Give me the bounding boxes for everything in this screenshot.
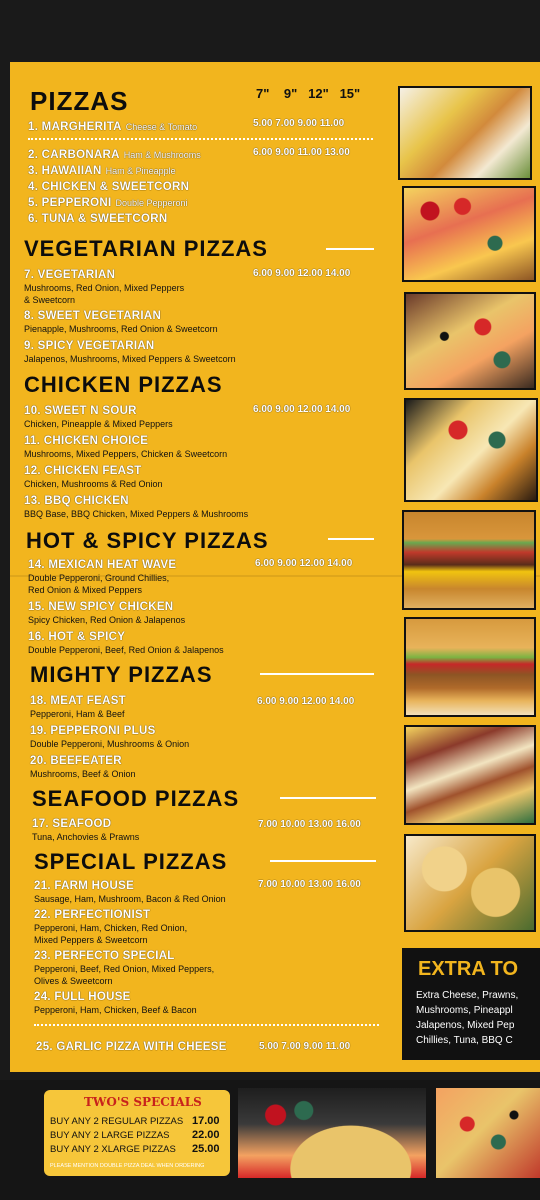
- pizza-slice-photo: [404, 398, 538, 502]
- menu-item: 3. HAWAIIAN Ham & Pineapple: [28, 165, 176, 177]
- item-prices: 6.00 9.00 12.00 14.00: [255, 558, 353, 569]
- menu-item: 21. FARM HOUSE: [34, 880, 135, 892]
- size-headers: 7" 9" 12" 15": [256, 86, 360, 101]
- menu-item: 8. SWEET VEGETARIAN: [24, 310, 162, 322]
- item-description: Double Pepperoni, Ground Chillies,: [28, 573, 170, 583]
- title-rule: [270, 860, 376, 862]
- garlic-bread-photo: [404, 834, 536, 932]
- item-description: Mushrooms, Beef & Onion: [30, 769, 136, 779]
- item-prices: 7.00 10.00 13.00 16.00: [258, 879, 361, 890]
- dotted-divider: [28, 138, 373, 140]
- menu-item: 10. SWEET N SOUR: [24, 405, 137, 417]
- menu-item: 22. PERFECTIONIST: [34, 909, 151, 921]
- menu-item: 2. CARBONARA Ham & Mushrooms: [28, 149, 201, 161]
- menu-item: 12. CHICKEN FEAST: [24, 465, 142, 477]
- menu-item: 11. CHICKEN CHOICE: [24, 435, 149, 447]
- item-prices: 7.00 10.00 13.00 16.00: [258, 819, 361, 830]
- item-description: Mixed Peppers & Sweetcorn: [34, 935, 148, 945]
- menu-item: 18. MEAT FEAST: [30, 695, 126, 707]
- extra-line: Chillies, Tuna, BBQ C: [416, 1035, 513, 1046]
- item-description: Pepperoni, Beef, Red Onion, Mixed Pepper…: [34, 964, 215, 974]
- item-prices: 6.00 9.00 12.00 14.00: [253, 268, 351, 279]
- twos-price: 17.00: [192, 1115, 220, 1127]
- item-description: Pienapple, Mushrooms, Red Onion & Sweetc…: [24, 324, 218, 334]
- section-title-pizzas: PIZZAS: [30, 86, 129, 116]
- twos-note: PLEASE MENTION DOUBLE PIZZA DEAL WHEN OR…: [50, 1163, 205, 1169]
- twos-row: BUY ANY 2 LARGE PIZZAS: [50, 1130, 170, 1141]
- item-description: Red Onion & Mixed Peppers: [28, 585, 143, 595]
- menu-item: 14. MEXICAN HEAT WAVE: [28, 559, 177, 571]
- extra-line: Mushrooms, Pineappl: [416, 1005, 513, 1016]
- section-title-chicken: CHICKEN PIZZAS: [24, 372, 223, 397]
- item-description: Spicy Chicken, Red Onion & Jalapenos: [28, 615, 186, 625]
- pizza-slices-photo: [398, 86, 532, 180]
- item-description: & Sweetcorn: [24, 295, 76, 305]
- twos-specials-title: TWO'S SPECIALS: [84, 1095, 202, 1109]
- menu-item: 1. MARGHERITA Cheese & Tomato: [28, 121, 198, 133]
- item-description: Sausage, Ham, Mushroom, Bacon & Red Onio…: [34, 894, 226, 904]
- section-title-vegetarian: VEGETARIAN PIZZAS: [24, 236, 268, 261]
- item-description: Double Pepperoni, Mushrooms & Onion: [30, 739, 190, 749]
- title-rule: [280, 797, 376, 799]
- item-description: Double Pepperoni, Beef, Red Onion & Jala…: [28, 645, 224, 655]
- twos-row: BUY ANY 2 XLARGE PIZZAS: [50, 1144, 176, 1155]
- item-description: Jalapenos, Mushrooms, Mixed Peppers & Sw…: [24, 354, 236, 364]
- item-prices: 6.00 9.00 12.00 14.00: [253, 404, 351, 415]
- twos-price: 22.00: [192, 1129, 220, 1141]
- menu-item: 17. SEAFOOD: [32, 818, 112, 830]
- section-title-mighty: MIGHTY PIZZAS: [30, 662, 213, 687]
- item-prices: 6.00 9.00 12.00 14.00: [257, 696, 355, 707]
- menu-item: 7. VEGETARIAN: [24, 269, 116, 281]
- size-15: 15": [339, 86, 361, 101]
- burger-photo: [404, 617, 536, 717]
- menu-item: 13. BBQ CHICKEN: [24, 495, 129, 507]
- pizza-ingredients-photo: [238, 1088, 426, 1178]
- extra-line: Extra Cheese, Prawns,: [416, 990, 519, 1001]
- size-7: 7": [256, 86, 270, 101]
- lasagne-photo: [404, 725, 536, 825]
- item-description: Mushrooms, Mixed Peppers, Chicken & Swee…: [24, 449, 228, 459]
- menu-item: 4. CHICKEN & SWEETCORN: [28, 181, 190, 193]
- item-description: Olives & Sweetcorn: [34, 976, 113, 986]
- item-description: Pepperoni, Ham, Chicken, Red Onion,: [34, 923, 188, 933]
- menu-item: 16. HOT & SPICY: [28, 631, 126, 643]
- menu-item: 25. GARLIC PIZZA WITH CHEESE: [36, 1041, 227, 1053]
- burger-fries-photo: [402, 510, 536, 610]
- item-description: Pepperoni, Ham, Chicken, Beef & Bacon: [34, 1005, 197, 1015]
- title-rule: [326, 248, 374, 250]
- twos-row: BUY ANY 2 REGULAR PIZZAS: [50, 1116, 184, 1127]
- menu-item: 6. TUNA & SWEETCORN: [28, 213, 168, 225]
- pizza-photo: [404, 292, 536, 390]
- menu-item: 15. NEW SPICY CHICKEN: [28, 601, 174, 613]
- menu-item: 9. SPICY VEGETARIAN: [24, 340, 155, 352]
- item-description: BBQ Base, BBQ Chicken, Mixed Peppers & M…: [24, 509, 249, 519]
- title-rule: [328, 538, 374, 540]
- item-description: Pepperoni, Ham & Beef: [30, 709, 125, 719]
- menu-item: 23. PERFECTO SPECIAL: [34, 950, 175, 962]
- pizza-photo: [436, 1088, 540, 1178]
- extra-line: Jalapenos, Mixed Pep: [416, 1020, 515, 1031]
- extra-toppings-title: EXTRA TO: [418, 958, 519, 980]
- extra-toppings-list: Extra Cheese, Prawns, Mushrooms, Pineapp…: [416, 988, 540, 1048]
- item-description: Chicken, Mushrooms & Red Onion: [24, 479, 163, 489]
- item-prices: 5.00 7.00 9.00 11.00: [253, 118, 345, 129]
- item-description: Tuna, Anchovies & Prawns: [32, 832, 140, 842]
- twos-price: 25.00: [192, 1143, 220, 1155]
- menu-item: 19. PEPPERONI PLUS: [30, 725, 156, 737]
- item-prices: 6.00 9.00 11.00 13.00: [253, 147, 350, 158]
- menu-item: 24. FULL HOUSE: [34, 991, 131, 1003]
- item-prices: 5.00 7.00 9.00 11.00: [259, 1041, 351, 1052]
- section-title-special: SPECIAL PIZZAS: [34, 849, 228, 874]
- title-rule: [260, 673, 374, 675]
- menu-item: 5. PEPPERONI Double Pepperoni: [28, 197, 188, 209]
- size-9: 9": [283, 86, 298, 101]
- menu-item: 20. BEEFEATER: [30, 755, 122, 767]
- section-title-hot-spicy: HOT & SPICY PIZZAS: [26, 528, 269, 553]
- pizza-photo: [402, 186, 536, 282]
- item-description: Chicken, Pineapple & Mixed Peppers: [24, 419, 173, 429]
- section-title-seafood: SEAFOOD PIZZAS: [32, 786, 240, 811]
- size-12: 12": [308, 86, 329, 101]
- item-description: Mushrooms, Red Onion, Mixed Peppers: [24, 283, 185, 293]
- dotted-divider: [34, 1024, 379, 1026]
